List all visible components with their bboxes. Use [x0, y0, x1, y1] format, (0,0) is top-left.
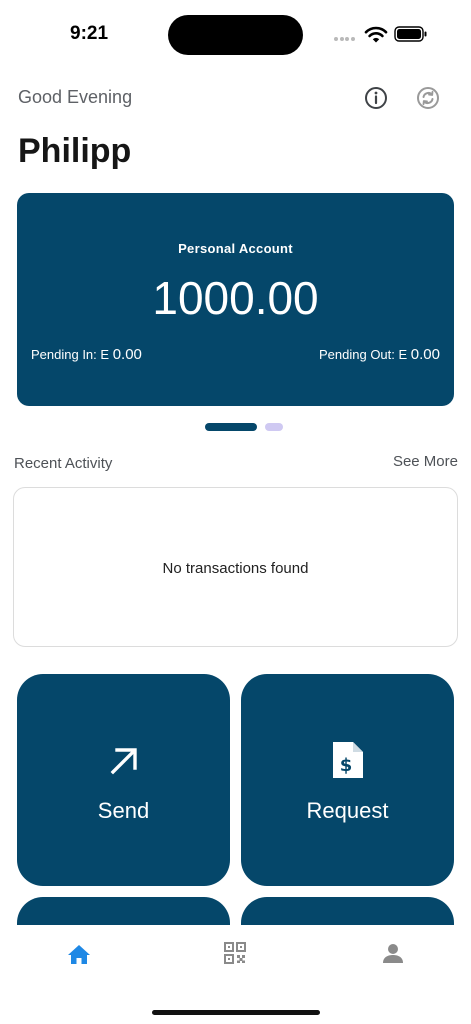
- invoice-dollar-icon: $: [332, 742, 363, 778]
- profile-icon[interactable]: [382, 942, 404, 964]
- request-button[interactable]: $ Request: [241, 674, 454, 886]
- user-name: Philipp: [18, 132, 132, 170]
- svg-text:$: $: [339, 755, 352, 776]
- dynamic-island: [168, 15, 303, 55]
- account-card[interactable]: Personal Account 1000.00 Pending In: E 0…: [17, 193, 454, 406]
- pending-in-label: Pending In: E: [31, 347, 110, 362]
- cellular-signal-icon: [334, 37, 356, 41]
- see-more-link[interactable]: See More: [393, 453, 458, 470]
- pending-in: Pending In: E 0.00: [31, 346, 142, 363]
- status-bar: 9:21: [0, 0, 471, 70]
- page-dot-inactive[interactable]: [265, 423, 283, 431]
- page-dot-active[interactable]: [205, 423, 257, 431]
- send-button[interactable]: Send: [17, 674, 230, 886]
- qr-code-icon[interactable]: [224, 942, 246, 964]
- bottom-nav: [0, 925, 471, 1024]
- send-label: Send: [97, 798, 150, 823]
- pending-in-value: 0.00: [112, 346, 142, 363]
- greeting-text: Good Evening: [18, 87, 133, 107]
- battery-icon: [394, 26, 427, 42]
- status-time: 9:21: [70, 23, 109, 44]
- recent-activity-title: Recent Activity: [14, 455, 113, 472]
- pending-out-label: Pending Out: E: [319, 347, 408, 362]
- request-label: Request: [306, 798, 389, 823]
- home-indicator[interactable]: [152, 1010, 320, 1015]
- empty-transactions-message: No transactions found: [162, 560, 309, 577]
- info-icon[interactable]: [362, 84, 390, 112]
- card-page-indicator: [205, 423, 285, 432]
- account-type-label: Personal Account: [178, 241, 293, 256]
- home-icon[interactable]: [66, 942, 92, 966]
- wifi-icon: [364, 26, 388, 43]
- account-balance: 1000.00: [152, 272, 319, 324]
- pending-out-value: 0.00: [410, 346, 440, 363]
- arrow-up-right-icon: [110, 748, 137, 775]
- pending-out: Pending Out: E 0.00: [319, 346, 440, 363]
- transactions-list: No transactions found: [13, 487, 458, 647]
- sync-icon[interactable]: [414, 84, 442, 112]
